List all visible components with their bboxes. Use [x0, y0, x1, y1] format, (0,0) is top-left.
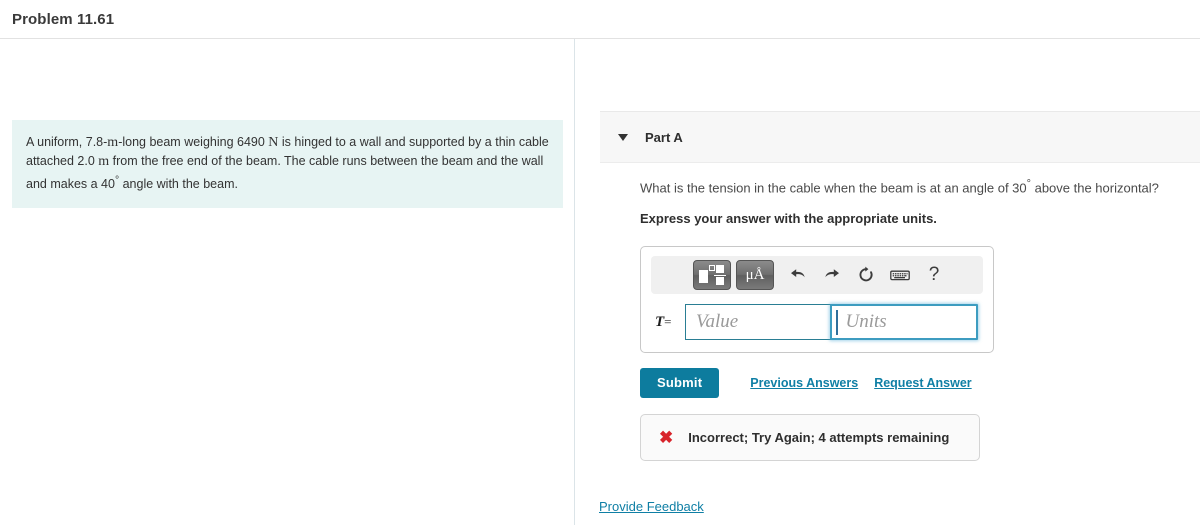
template-box-superscript [709, 265, 715, 272]
text-cursor [836, 309, 838, 335]
help-icon[interactable]: ? [919, 261, 949, 289]
previous-answers-link[interactable]: Previous Answers [750, 376, 858, 390]
problem-text-part2: -long beam weighing 6490 [118, 135, 269, 149]
math-template-glyph [699, 265, 726, 286]
unit-meter-1: m [107, 135, 119, 150]
units-placeholder: Units [845, 311, 887, 333]
unit-meter-2: m [98, 154, 110, 169]
question-area: What is the tension in the cable when th… [640, 175, 1180, 462]
answer-variable-label: T= [651, 314, 685, 331]
part-pane: Part A What is the tension in the cable … [575, 39, 1200, 525]
answer-input-row: T= Value Units [651, 304, 983, 341]
caret-down-icon[interactable] [618, 133, 628, 141]
keyboard-icon[interactable] [885, 261, 915, 289]
submit-button[interactable]: Submit [640, 368, 720, 399]
question-text-post: above the horizontal? [1030, 180, 1159, 196]
answer-toolbar: μÅ ? [651, 256, 983, 295]
red-x-icon: ✖ [659, 428, 674, 448]
question-text: What is the tension in the cable when th… [640, 175, 1180, 197]
value-input[interactable]: Value [685, 304, 831, 341]
answer-entry-box: μÅ ? T= Value Units [640, 246, 994, 354]
reset-circular-arrow-icon[interactable] [851, 261, 881, 289]
unit-newton: N [268, 135, 279, 150]
problem-statement: A uniform, 7.8-m-long beam weighing 6490… [12, 120, 563, 209]
request-answer-link[interactable]: Request Answer [874, 376, 971, 390]
part-a-header[interactable]: Part A [600, 111, 1200, 163]
units-button-label: μÅ [745, 266, 765, 283]
template-box-large [699, 270, 708, 284]
page-title: Problem 11.61 [12, 10, 115, 28]
page-header: Problem 11.61 [0, 0, 1200, 39]
question-text-pre: What is the tension in the cable when th… [640, 180, 1027, 196]
problem-pane: A uniform, 7.8-m-long beam weighing 6490… [0, 39, 575, 525]
provide-feedback-link[interactable]: Provide Feedback [599, 499, 704, 514]
template-box-denominator [716, 277, 724, 286]
units-input[interactable]: Units [830, 304, 978, 341]
units-icon[interactable]: μÅ [736, 260, 774, 291]
part-a-label: Part A [645, 129, 683, 145]
feedback-status-box: ✖ Incorrect; Try Again; 4 attempts remai… [640, 414, 980, 462]
redo-arrow-icon[interactable] [817, 261, 847, 289]
value-placeholder: Value [696, 311, 739, 333]
problem-text-part5: angle with the beam. [119, 177, 238, 192]
answer-variable-symbol: T [655, 313, 665, 330]
template-fraction-bar [714, 274, 726, 277]
template-box-numerator [716, 265, 724, 274]
problem-text-part1: A uniform, 7.8- [26, 135, 108, 149]
question-instruction: Express your answer with the appropriate… [640, 211, 937, 227]
body-split: A uniform, 7.8-m-long beam weighing 6490… [0, 39, 1200, 525]
action-row: Submit Previous Answers Request Answer [640, 368, 1180, 399]
answer-equals-sign: = [664, 313, 672, 329]
feedback-message: Incorrect; Try Again; 4 attempts remaini… [688, 430, 950, 446]
math-template-icon[interactable] [693, 260, 731, 291]
undo-arrow-icon[interactable] [783, 261, 813, 289]
